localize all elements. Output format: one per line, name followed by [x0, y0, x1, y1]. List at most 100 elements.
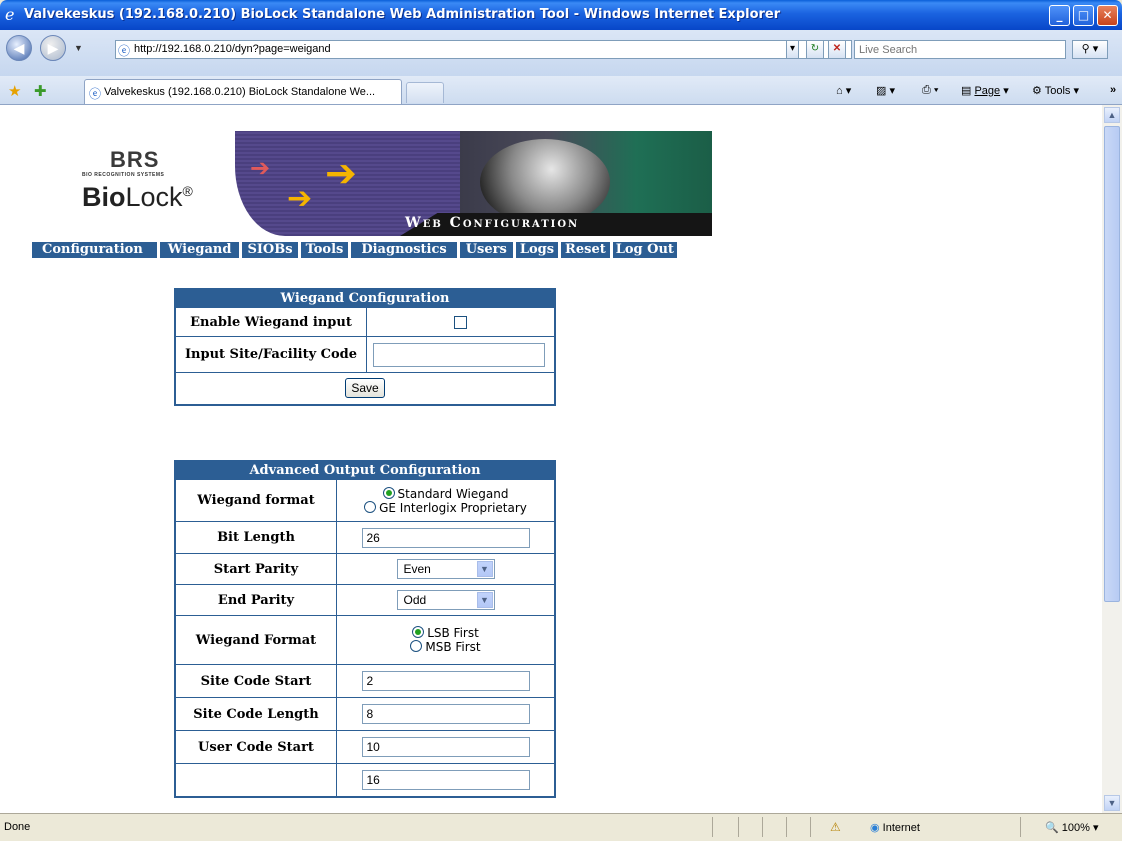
tab-label: Valvekeskus (192.168.0.210) BioLock Stan…	[104, 86, 376, 98]
nav-tools[interactable]: Tools	[300, 242, 349, 258]
radio-selected-icon[interactable]	[382, 486, 395, 499]
zoom-control[interactable]: 🔍 100% ▾	[1045, 821, 1098, 834]
tab-active[interactable]: ⓔ Valvekeskus (192.168.0.210) BioLock St…	[84, 79, 402, 104]
start-parity-label: Start Parity	[174, 553, 337, 585]
format-option-ge[interactable]: GE Interlogix Proprietary	[337, 500, 554, 515]
forward-button[interactable]: ▶	[40, 35, 66, 61]
arrow-icon: ➔	[250, 154, 271, 182]
ie-logo-icon: e	[5, 5, 15, 24]
favorites-star-icon[interactable]: ★	[8, 82, 21, 100]
tools-menu-label: Tools	[1044, 85, 1071, 97]
wiegand-config-header: Wiegand Configuration	[174, 288, 556, 308]
chevron-more-icon[interactable]: »	[1110, 84, 1116, 96]
search-input[interactable]	[859, 42, 1059, 57]
enable-wiegand-checkbox[interactable]	[454, 316, 467, 329]
order-option-msb[interactable]: MSB First	[337, 640, 554, 654]
enable-wiegand-label: Enable Wiegand input	[174, 307, 367, 337]
refresh-icon[interactable]: ↻	[806, 40, 824, 59]
status-divider	[810, 817, 811, 837]
radio-selected-icon[interactable]	[412, 626, 425, 638]
wiegand-config-table: Wiegand Configuration Enable Wiegand inp…	[174, 288, 556, 406]
wordmark-bold: Bio	[82, 182, 126, 212]
status-divider	[1020, 817, 1021, 837]
wordmark-rest: Lock	[125, 182, 183, 212]
page-viewport: BRS BIO RECOGNITION SYSTEMS BioLock® ➔ ➔…	[0, 105, 1102, 813]
search-field[interactable]	[854, 40, 1066, 59]
bit-length-cell	[336, 521, 556, 554]
advanced-output-table: Advanced Output Configuration Wiegand fo…	[174, 460, 556, 798]
radio-unselected-icon[interactable]	[364, 500, 377, 513]
address-url: http://192.168.0.210/dyn?page=weigand	[134, 43, 331, 55]
vertical-scrollbar[interactable]: ▲ ▼	[1102, 105, 1122, 813]
nav-log-out[interactable]: Log Out	[612, 242, 677, 258]
stop-icon[interactable]: ✕	[828, 40, 846, 59]
print-icon[interactable]: ⎙ ▾	[922, 84, 938, 97]
nav-wiegand[interactable]: Wiegand	[159, 242, 240, 258]
nav-logs[interactable]: Logs	[515, 242, 559, 258]
nav-siobs[interactable]: SIOBs	[242, 242, 298, 258]
site-code-length-input[interactable]	[361, 704, 530, 724]
search-button[interactable]: ⚲ ▾	[1072, 40, 1108, 59]
site-code-cell	[366, 336, 556, 373]
scroll-up-icon[interactable]: ▲	[1104, 107, 1120, 123]
bit-order-label: Wiegand Format	[174, 615, 337, 665]
user-code-start-label: User Code Start	[174, 730, 337, 764]
biolock-banner: BRS BIO RECOGNITION SYSTEMS BioLock® ➔ ➔…	[60, 131, 712, 236]
site-code-start-input[interactable]	[361, 671, 530, 691]
site-code-start-cell	[336, 664, 556, 698]
site-code-length-cell	[336, 697, 556, 731]
chevron-down-icon[interactable]: ▼	[476, 592, 493, 608]
home-icon[interactable]: ⌂ ▾	[836, 84, 851, 97]
window-titlebar[interactable]: e Valvekeskus (192.168.0.210) BioLock St…	[0, 0, 1122, 30]
protected-mode-icon[interactable]: ⚠	[830, 820, 841, 834]
tools-menu[interactable]: ⚙ Tools ▾	[1032, 84, 1079, 97]
banner-tagline: Web Configuration	[405, 215, 580, 231]
site-code-start-label: Site Code Start	[174, 664, 337, 698]
fingerprint-scanner-image	[480, 139, 610, 225]
format-option-standard-label: Standard Wiegand	[397, 486, 509, 501]
scroll-thumb[interactable]	[1104, 126, 1120, 602]
start-parity-cell: Even ▼	[336, 553, 556, 585]
nav-reset[interactable]: Reset	[561, 242, 610, 258]
arrow-icon: ➔	[325, 151, 357, 195]
save-button[interactable]: Save	[345, 378, 385, 399]
bit-length-input[interactable]	[361, 527, 530, 548]
user-code-length-label	[174, 763, 337, 797]
bit-order-cell: LSB First MSB First	[336, 615, 556, 665]
minimize-button[interactable]: _	[1049, 5, 1070, 26]
address-dropdown-icon[interactable]: ▾	[786, 40, 799, 59]
address-field[interactable]: ⓔ http://192.168.0.210/dyn?page=weigand	[115, 40, 852, 59]
end-parity-select[interactable]: Odd ▼	[396, 590, 495, 610]
add-favorites-icon[interactable]: ✚	[34, 82, 47, 100]
nav-users[interactable]: Users	[459, 242, 513, 258]
biolock-logo: BRS BIO RECOGNITION SYSTEMS BioLock®	[60, 131, 235, 236]
new-tab-button[interactable]	[406, 82, 444, 103]
security-zone[interactable]: ◉ Internet	[870, 821, 920, 834]
feeds-icon[interactable]: ▨ ▾	[876, 84, 895, 97]
nav-configuration[interactable]: Configuration	[32, 242, 157, 258]
close-button[interactable]: ✕	[1097, 5, 1118, 26]
wiegand-format-label: Wiegand format	[174, 479, 337, 522]
maximize-button[interactable]: □	[1073, 5, 1094, 26]
radio-unselected-icon[interactable]	[410, 640, 423, 652]
window-title: Valvekeskus (192.168.0.210) BioLock Stan…	[24, 7, 781, 22]
chevron-down-icon[interactable]: ▼	[476, 561, 493, 577]
scroll-down-icon[interactable]: ▼	[1104, 795, 1120, 811]
user-code-length-input[interactable]	[361, 769, 530, 790]
page-menu[interactable]: ▤ Page ▾	[961, 84, 1009, 97]
enable-wiegand-cell	[366, 307, 556, 337]
user-code-start-input[interactable]	[361, 737, 530, 757]
bit-length-label: Bit Length	[174, 521, 337, 554]
recent-pages-dropdown-icon[interactable]: ▼	[74, 43, 83, 53]
site-code-length-label: Site Code Length	[174, 697, 337, 731]
format-option-standard[interactable]: Standard Wiegand	[337, 486, 554, 501]
nav-diagnostics[interactable]: Diagnostics	[351, 242, 457, 258]
brs-subtitle: BIO RECOGNITION SYSTEMS	[82, 172, 165, 178]
status-divider	[712, 817, 713, 837]
site-code-input[interactable]	[373, 342, 545, 367]
status-divider	[738, 817, 739, 837]
back-button[interactable]: ◀	[6, 35, 32, 61]
order-option-lsb[interactable]: LSB First	[337, 626, 554, 640]
start-parity-select[interactable]: Even ▼	[396, 559, 495, 579]
main-nav: Configuration Wiegand SIOBs Tools Diagno…	[32, 242, 677, 258]
